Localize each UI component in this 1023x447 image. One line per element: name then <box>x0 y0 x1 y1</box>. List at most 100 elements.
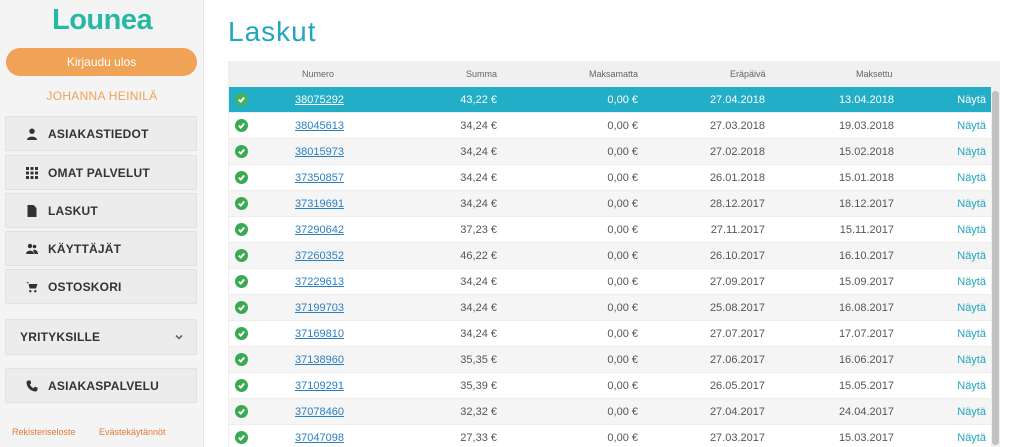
show-invoice-link[interactable]: Näytä <box>957 302 986 314</box>
cell-number[interactable]: 38075292 <box>295 94 344 106</box>
cell-number[interactable]: 37047098 <box>295 432 344 444</box>
table-row[interactable]: 37260352 46,22 € 0,00 € 26.10.2017 16.10.201… <box>229 243 992 269</box>
cell-unpaid: 0,00 € <box>607 302 638 314</box>
logout-button[interactable]: Kirjaudu ulos <box>6 48 197 76</box>
privacy-link[interactable]: Rekisteriseloste <box>12 427 76 437</box>
column-header-sum[interactable]: Summa <box>466 69 497 79</box>
cell-sum: 32,32 € <box>460 406 497 418</box>
table-row[interactable]: 37047098 27,33 € 0,00 € 27.03.2017 15.03.201… <box>229 425 992 447</box>
show-invoice-link[interactable]: Näytä <box>957 250 986 262</box>
cell-unpaid: 0,00 € <box>607 172 638 184</box>
cell-number[interactable]: 37260352 <box>295 250 344 262</box>
document-icon <box>25 204 39 218</box>
cell-sum: 34,24 € <box>460 198 497 210</box>
cell-number[interactable]: 37350857 <box>295 172 344 184</box>
nav-item-omat-palvelut[interactable]: OMAT PALVELUT <box>5 155 197 190</box>
cookies-link[interactable]: Evästekäytännöt <box>99 427 166 437</box>
show-invoice-link[interactable]: Näytä <box>957 146 986 158</box>
sidebar: Lounea Kirjaudu ulos JOHANNA HEINILÄ ASI… <box>0 0 204 447</box>
nav-item-asiakastiedot[interactable]: ASIAKASTIEDOT <box>5 116 197 151</box>
cell-due: 27.04.2017 <box>709 406 765 418</box>
table-row[interactable]: 38045613 34,24 € 0,00 € 27.03.2018 19.03.201… <box>229 113 992 139</box>
cell-due: 27.04.2018 <box>709 94 765 106</box>
cell-due: 28.12.2017 <box>709 198 765 210</box>
table-row[interactable]: 38075292 43,22 € 0,00 € 27.04.2018 13.04.201… <box>229 87 992 113</box>
cell-paid: 15.03.2017 <box>838 432 894 444</box>
table-row[interactable]: 37229613 34,24 € 0,00 € 27.09.2017 15.09.201… <box>229 269 992 295</box>
paid-check-icon <box>235 119 248 132</box>
table-row[interactable]: 37109291 35,39 € 0,00 € 26.05.2017 15.05.201… <box>229 373 992 399</box>
cell-unpaid: 0,00 € <box>607 224 638 236</box>
cell-paid: 16.08.2017 <box>838 302 894 314</box>
cell-number[interactable]: 38045613 <box>295 120 344 132</box>
cell-sum: 35,35 € <box>460 354 497 366</box>
table-row[interactable]: 37078460 32,32 € 0,00 € 27.04.2017 24.04.201… <box>229 399 992 425</box>
phone-icon <box>25 379 39 393</box>
nav-item-asiakaspalvelu[interactable]: ASIAKASPALVELU <box>5 368 197 403</box>
show-invoice-link[interactable]: Näytä <box>957 198 986 210</box>
show-invoice-link[interactable]: Näytä <box>957 380 986 392</box>
column-header-paid[interactable]: Maksettu <box>856 69 893 79</box>
invoice-table: Numero Summa Maksamatta Eräpäivä Maksett… <box>228 61 1000 447</box>
cell-number[interactable]: 37138960 <box>295 354 344 366</box>
cell-paid: 17.07.2017 <box>838 328 894 340</box>
show-invoice-link[interactable]: Näytä <box>957 224 986 236</box>
column-header-unpaid[interactable]: Maksamatta <box>589 69 638 79</box>
table-row[interactable]: 37199703 34,24 € 0,00 € 25.08.2017 16.08.201… <box>229 295 992 321</box>
show-invoice-link[interactable]: Näytä <box>957 276 986 288</box>
paid-check-icon <box>235 353 248 366</box>
chevron-down-icon <box>174 331 184 345</box>
nav-item-label: KÄYTTÄJÄT <box>48 241 122 256</box>
cart-icon <box>25 280 39 294</box>
table-row[interactable]: 37290642 37,23 € 0,00 € 27.11.2017 15.11.201… <box>229 217 992 243</box>
cell-number[interactable]: 38015973 <box>295 146 344 158</box>
nav-item-label: OMAT PALVELUT <box>48 165 150 180</box>
cell-due: 27.06.2017 <box>709 354 765 366</box>
table-row[interactable]: 37319691 34,24 € 0,00 € 28.12.2017 18.12.201… <box>229 191 992 217</box>
paid-check-icon <box>235 145 248 158</box>
paid-check-icon <box>235 405 248 418</box>
nav-item-label: YRITYKSILLE <box>20 330 101 344</box>
show-invoice-link[interactable]: Näytä <box>957 432 986 444</box>
user-name: JOHANNA HEINILÄ <box>46 89 158 103</box>
cell-unpaid: 0,00 € <box>607 276 638 288</box>
table-row[interactable]: 37169810 34,24 € 0,00 € 27.07.2017 17.07.201… <box>229 321 992 347</box>
cell-number[interactable]: 37078460 <box>295 406 344 418</box>
table-row[interactable]: 37138960 35,35 € 0,00 € 27.06.2017 16.06.201… <box>229 347 992 373</box>
cell-due: 27.07.2017 <box>709 328 765 340</box>
lounea-logo[interactable]: Lounea <box>52 4 153 37</box>
column-header-number[interactable]: Numero <box>302 69 334 79</box>
paid-check-icon <box>235 327 248 340</box>
cell-number[interactable]: 37169810 <box>295 328 344 340</box>
scrollbar-thumb[interactable] <box>992 91 999 445</box>
users-icon <box>25 242 39 256</box>
table-row[interactable]: 37350857 34,24 € 0,00 € 26.01.2018 15.01.201… <box>229 165 992 191</box>
show-invoice-link[interactable]: Näytä <box>957 328 986 340</box>
column-header-due[interactable]: Eräpäivä <box>730 69 766 79</box>
nav-item-yrityksille[interactable]: YRITYKSILLE <box>5 319 197 355</box>
nav-item-ostoskori[interactable]: OSTOSKORI <box>5 269 197 304</box>
table-scrollbar[interactable] <box>991 61 1000 447</box>
cell-number[interactable]: 37290642 <box>295 224 344 236</box>
cell-paid: 24.04.2017 <box>838 406 894 418</box>
cell-number[interactable]: 37199703 <box>295 302 344 314</box>
show-invoice-link[interactable]: Näytä <box>957 406 986 418</box>
cell-unpaid: 0,00 € <box>607 198 638 210</box>
cell-paid: 18.12.2017 <box>838 198 894 210</box>
cell-number[interactable]: 37109291 <box>295 380 344 392</box>
paid-check-icon <box>235 249 248 262</box>
show-invoice-link[interactable]: Näytä <box>957 172 986 184</box>
cell-sum: 34,24 € <box>460 172 497 184</box>
paid-check-icon <box>235 171 248 184</box>
show-invoice-link[interactable]: Näytä <box>957 94 986 106</box>
cell-due: 27.03.2017 <box>709 432 765 444</box>
cell-due: 27.03.2018 <box>709 120 765 132</box>
nav-item-laskut[interactable]: LASKUT <box>5 193 197 228</box>
table-row[interactable]: 38015973 34,24 € 0,00 € 27.02.2018 15.02.201… <box>229 139 992 165</box>
show-invoice-link[interactable]: Näytä <box>957 120 986 132</box>
cell-number[interactable]: 37319691 <box>295 198 344 210</box>
nav-item-label: ASIAKASTIEDOT <box>48 126 149 141</box>
show-invoice-link[interactable]: Näytä <box>957 354 986 366</box>
cell-number[interactable]: 37229613 <box>295 276 344 288</box>
nav-item-kayttajat[interactable]: KÄYTTÄJÄT <box>5 231 197 266</box>
